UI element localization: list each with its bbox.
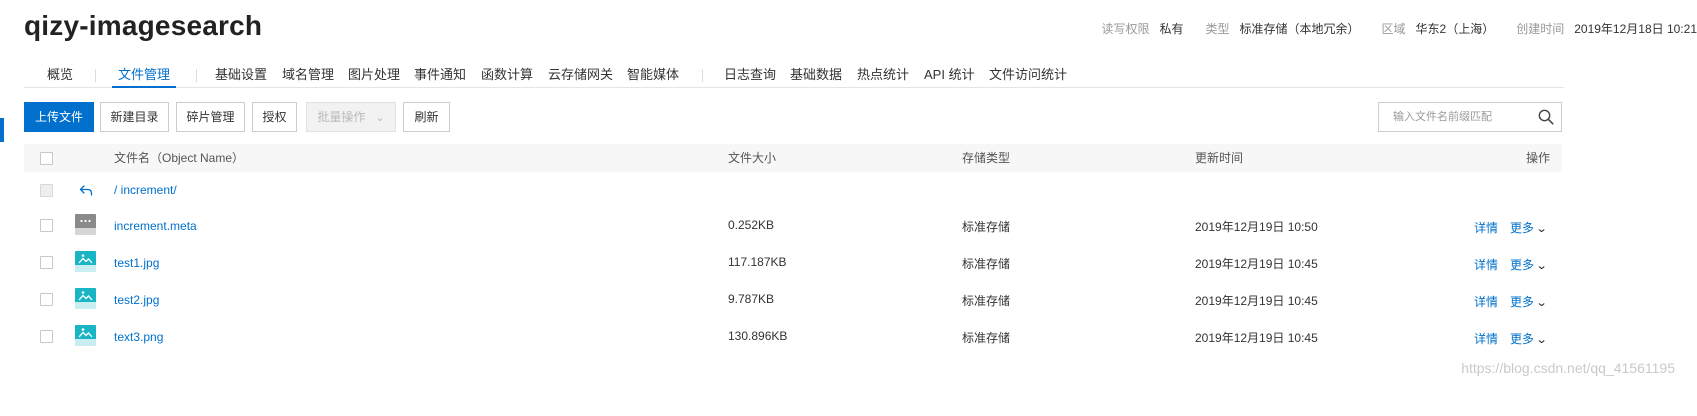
column-header-storage: 存储类型	[962, 151, 1011, 165]
meta-type-value: 标准存储（本地冗余）	[1239, 22, 1360, 36]
chevron-down-icon: ⌄	[1535, 260, 1548, 272]
tab-function-compute[interactable]: 函数计算	[481, 64, 533, 88]
detail-link[interactable]: 详情	[1474, 219, 1498, 236]
tab-bar: 概览 文件管理 基础设置 域名管理 图片处理 事件通知 函数计算 云存储网关 智…	[24, 64, 1564, 88]
file-size: 130.896KB	[728, 329, 788, 343]
batch-operation-label: 批量操作	[317, 110, 366, 124]
storage-type: 标准存储	[962, 294, 1011, 308]
more-label: 更多	[1510, 258, 1535, 272]
parent-directory-row: / increment/	[24, 172, 1562, 209]
table-row: test2.jpg 9.787KB 标准存储 2019年12月19日 10:45…	[24, 280, 1562, 317]
image-file-icon	[75, 288, 96, 309]
meta-permission-value: 私有	[1159, 22, 1184, 36]
authorize-button[interactable]: 授权	[252, 102, 297, 132]
tab-basic-data[interactable]: 基础数据	[790, 64, 842, 88]
file-size: 0.252KB	[728, 218, 775, 232]
updated-time: 2019年12月19日 10:45	[1195, 331, 1318, 345]
detail-link[interactable]: 详情	[1474, 293, 1498, 310]
row-checkbox-disabled	[40, 184, 53, 197]
updated-time: 2019年12月19日 10:45	[1195, 294, 1318, 308]
more-label: 更多	[1510, 295, 1535, 309]
file-name-link[interactable]: increment.meta	[114, 219, 197, 233]
tab-domain-management[interactable]: 域名管理	[282, 64, 334, 88]
bucket-meta: 读写权限 私有 类型 标准存储（本地冗余） 区域 华东2（上海） 创建时间 20…	[997, 20, 1697, 37]
tab-divider	[702, 69, 703, 82]
page-title: qizy-imagesearch	[24, 10, 263, 41]
refresh-button[interactable]: 刷新	[403, 102, 450, 132]
tab-file-management[interactable]: 文件管理	[112, 64, 177, 88]
column-header-actions: 操作	[1526, 151, 1551, 165]
more-menu[interactable]: 更多 ⌄	[1510, 256, 1548, 273]
table-row: text3.png 130.896KB 标准存储 2019年12月19日 10:…	[24, 317, 1562, 354]
updated-time: 2019年12月19日 10:45	[1195, 257, 1318, 271]
detail-link[interactable]: 详情	[1474, 256, 1498, 273]
file-name-link[interactable]: test2.jpg	[114, 293, 159, 307]
storage-type: 标准存储	[962, 331, 1011, 345]
tab-basic-settings[interactable]: 基础设置	[215, 64, 267, 88]
chevron-down-icon: ⌄	[1535, 297, 1548, 309]
chevron-down-icon: ⌄	[1535, 334, 1548, 346]
file-name-link[interactable]: test1.jpg	[114, 256, 159, 270]
tab-divider	[95, 69, 96, 82]
column-header-size: 文件大小	[728, 151, 777, 165]
meta-created-value: 2019年12月18日 10:21	[1574, 22, 1697, 36]
row-checkbox[interactable]	[40, 219, 53, 232]
meta-type-label: 类型	[1205, 22, 1230, 36]
row-checkbox[interactable]	[40, 256, 53, 269]
table-row: test1.jpg 117.187KB 标准存储 2019年12月19日 10:…	[24, 243, 1562, 280]
column-header-name: 文件名（Object Name）	[114, 151, 245, 165]
select-all-checkbox[interactable]	[40, 152, 53, 165]
chevron-down-icon: ⌄	[1535, 223, 1548, 235]
tab-hotspot-stats[interactable]: 热点统计	[857, 64, 909, 88]
back-arrow-icon[interactable]	[79, 183, 93, 197]
image-file-icon	[75, 251, 96, 272]
more-label: 更多	[1510, 221, 1535, 235]
batch-operation-button[interactable]: 批量操作 ⌄	[306, 102, 396, 132]
table-header: 文件名（Object Name） 文件大小 存储类型 更新时间 操作	[24, 144, 1562, 172]
storage-type: 标准存储	[962, 257, 1011, 271]
updated-time: 2019年12月19日 10:50	[1195, 220, 1318, 234]
file-size: 9.787KB	[728, 292, 775, 306]
meta-created-label: 创建时间	[1516, 22, 1565, 36]
more-menu[interactable]: 更多 ⌄	[1510, 330, 1548, 347]
file-size: 117.187KB	[728, 255, 787, 269]
image-file-icon	[75, 325, 96, 346]
tab-api-stats[interactable]: API 统计	[924, 64, 975, 88]
more-menu[interactable]: 更多 ⌄	[1510, 219, 1548, 236]
tab-divider	[196, 69, 197, 82]
more-menu[interactable]: 更多 ⌄	[1510, 293, 1548, 310]
search-icon[interactable]	[1538, 109, 1554, 125]
generic-file-icon	[75, 214, 96, 235]
row-checkbox[interactable]	[40, 330, 53, 343]
detail-link[interactable]: 详情	[1474, 330, 1498, 347]
file-name-link[interactable]: text3.png	[114, 330, 163, 344]
upload-file-button[interactable]: 上传文件	[24, 102, 94, 132]
search-input[interactable]	[1379, 103, 1529, 131]
row-checkbox[interactable]	[40, 293, 53, 306]
tab-storage-gateway[interactable]: 云存储网关	[548, 64, 613, 88]
current-path-breadcrumb[interactable]: / increment/	[114, 183, 177, 197]
table-row: increment.meta 0.252KB 标准存储 2019年12月19日 …	[24, 206, 1562, 243]
meta-region-label: 区域	[1381, 22, 1406, 36]
more-label: 更多	[1510, 332, 1535, 346]
tab-event-notification[interactable]: 事件通知	[414, 64, 466, 88]
search-box	[1378, 102, 1562, 132]
tab-intelligent-media[interactable]: 智能媒体	[627, 64, 679, 88]
chevron-down-icon: ⌄	[375, 112, 385, 124]
meta-permission-label: 读写权限	[1101, 22, 1150, 36]
tab-file-access-stats[interactable]: 文件访问统计	[989, 64, 1067, 88]
storage-type: 标准存储	[962, 220, 1011, 234]
new-directory-button[interactable]: 新建目录	[100, 102, 169, 132]
tab-overview[interactable]: 概览	[47, 64, 73, 88]
watermark: https://blog.csdn.net/qq_41561195	[1461, 360, 1675, 376]
tab-log-query[interactable]: 日志查询	[724, 64, 776, 88]
column-header-updated: 更新时间	[1195, 151, 1244, 165]
fragment-management-button[interactable]: 碎片管理	[176, 102, 245, 132]
tab-image-processing[interactable]: 图片处理	[348, 64, 400, 88]
left-edge-marker	[0, 118, 4, 142]
meta-region-value: 华东2（上海）	[1415, 22, 1495, 36]
